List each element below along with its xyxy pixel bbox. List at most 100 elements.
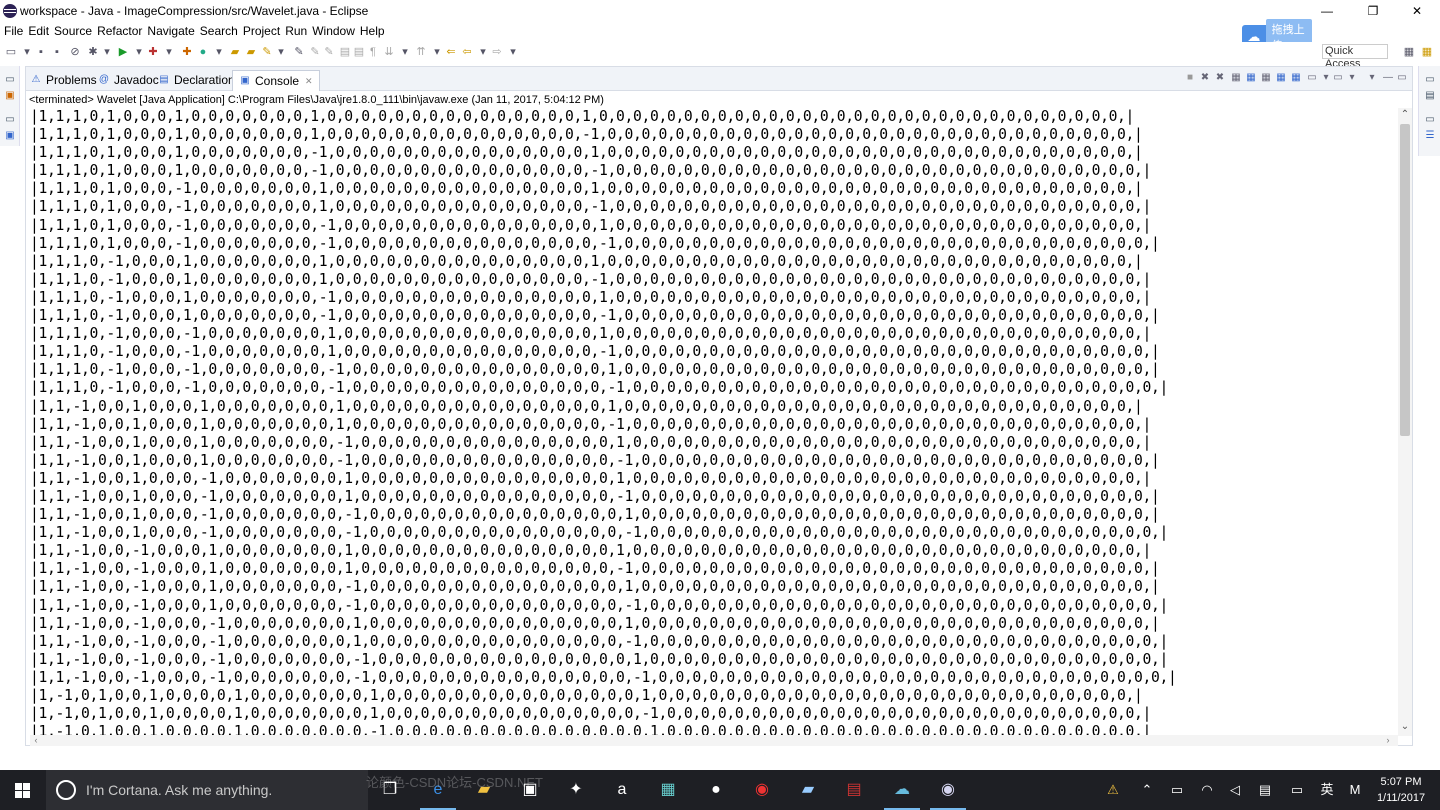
menu-refactor[interactable]: Refactor	[97, 24, 142, 38]
cortana-search-box[interactable]: I'm Cortana. Ask me anything.	[46, 770, 368, 810]
forward-icon[interactable]: ⇨	[490, 45, 504, 59]
dropdown-arrow-icon[interactable]: ▾	[430, 45, 444, 59]
dropdown-arrow-icon[interactable]: ▾	[132, 45, 146, 59]
show-whitespace-icon[interactable]: ¶	[366, 45, 380, 59]
new-icon[interactable]: ▭	[4, 45, 18, 59]
restore-icon[interactable]: ▭	[1424, 114, 1436, 126]
search-icon[interactable]: ✎	[260, 45, 274, 59]
tab-problems[interactable]: ⚠ Problems	[30, 70, 97, 90]
scroll-down-icon[interactable]: ⌄	[1398, 720, 1412, 734]
dropdown-arrow-icon[interactable]: ▾	[476, 45, 490, 59]
baidu-cloud-icon[interactable]: ☁	[884, 778, 920, 810]
save-icon[interactable]: ▪	[34, 45, 48, 59]
console-output[interactable]: |1,1,1,0,1,0,0,0,1,0,0,0,0,0,0,0,1,0,0,0…	[30, 108, 1396, 735]
menu-help[interactable]: Help	[360, 24, 385, 38]
block-selection-icon[interactable]: ▤	[338, 45, 352, 59]
remove-all-icon[interactable]: ✖	[1214, 72, 1226, 84]
dropdown-arrow-icon[interactable]: ▾	[100, 45, 114, 59]
dropdown-arrow-icon[interactable]: ▾	[162, 45, 176, 59]
restore-icon[interactable]: ▭	[1424, 74, 1436, 86]
menu-search[interactable]: Search	[200, 24, 238, 38]
debug-icon[interactable]: ✱	[86, 45, 100, 59]
horizontal-scrollbar[interactable]: ‹ ›	[30, 735, 1398, 746]
show-whitespace-icon[interactable]: ▤	[352, 45, 366, 59]
package-explorer-icon[interactable]: ▣	[4, 90, 16, 102]
scroll-lock-icon[interactable]: ▦	[1245, 72, 1257, 84]
tab-declaration[interactable]: ▤ Declaration	[158, 70, 234, 90]
amazon-icon[interactable]: a	[610, 778, 634, 802]
dropdown-arrow-icon[interactable]: ▾	[212, 45, 226, 59]
open-perspective-icon[interactable]: ▦	[1402, 45, 1416, 59]
scroll-left-icon[interactable]: ‹	[30, 735, 42, 746]
keyboard-icon[interactable]: ▭	[1288, 781, 1306, 799]
dropdown-arrow-icon[interactable]: ▾	[506, 45, 520, 59]
start-button[interactable]	[0, 770, 46, 810]
external-tools-icon[interactable]: ✚	[146, 45, 160, 59]
save-all-icon[interactable]: ▪	[50, 45, 64, 59]
dropbox-icon[interactable]: ✦	[564, 778, 588, 802]
clock[interactable]: 5:07 PM 1/11/2017	[1370, 774, 1432, 806]
scroll-up-icon[interactable]: ⌃	[1398, 108, 1412, 122]
menu-navigate[interactable]: Navigate	[147, 24, 194, 38]
remove-launch-icon[interactable]: ✖	[1199, 72, 1211, 84]
scroll-right-icon[interactable]: ›	[1382, 735, 1394, 746]
dropdown-arrow-icon[interactable]: ▾	[274, 45, 288, 59]
ime-mode-indicator[interactable]: M	[1346, 781, 1364, 799]
last-edit-icon[interactable]: ⇐	[444, 45, 458, 59]
menu-edit[interactable]: Edit	[28, 24, 49, 38]
outline-icon[interactable]: ☰	[1424, 130, 1436, 142]
edit-icon[interactable]: ✎	[322, 45, 336, 59]
new-java-project-icon[interactable]: ✚	[180, 45, 194, 59]
close-icon[interactable]: ✕	[305, 76, 313, 87]
open-console-icon[interactable]: ▭	[1332, 72, 1344, 84]
dropdown-arrow-icon[interactable]: ▾	[1320, 72, 1332, 84]
photos-icon[interactable]: ▦	[656, 778, 680, 802]
maximize-view-icon[interactable]: ▭	[1396, 72, 1408, 84]
clear-console-icon[interactable]: ▦	[1230, 72, 1242, 84]
tab-javadoc[interactable]: @ Javadoc	[98, 70, 159, 90]
sublime-icon[interactable]: ▤	[842, 778, 866, 802]
menu-file[interactable]: File	[4, 24, 23, 38]
wifi-icon[interactable]: ◠	[1198, 781, 1216, 799]
warning-tray-icon[interactable]: ⚠	[1104, 781, 1122, 799]
ime-indicator[interactable]: 英	[1318, 781, 1336, 799]
dropdown-arrow-icon[interactable]: ▾	[398, 45, 412, 59]
annotation-icon[interactable]: ✎	[292, 45, 306, 59]
new-class-icon[interactable]: ●	[196, 45, 210, 59]
prev-annotation-icon[interactable]: ⇈	[414, 45, 428, 59]
task-list-icon[interactable]: ▤	[1424, 90, 1436, 102]
maximize-button[interactable]: ❐	[1350, 0, 1396, 22]
java-perspective-icon[interactable]: ▦	[1420, 45, 1434, 59]
notes-icon[interactable]: ▰	[796, 778, 820, 802]
menu-run[interactable]: Run	[285, 24, 307, 38]
show-on-output-icon[interactable]: ▦	[1260, 72, 1272, 84]
menu-source[interactable]: Source	[54, 24, 92, 38]
menu-window[interactable]: Window	[312, 24, 355, 38]
run-icon[interactable]: ▶	[116, 45, 130, 59]
view-menu-icon[interactable]: ▾	[1366, 72, 1378, 84]
open-folder-icon[interactable]: ▰	[244, 45, 258, 59]
show-hidden-icons-icon[interactable]: ⌃	[1138, 781, 1156, 799]
qq-icon[interactable]: ●	[704, 778, 728, 802]
quick-access-input[interactable]: Quick Access	[1322, 44, 1388, 70]
minimize-view-icon[interactable]: —	[1382, 72, 1394, 84]
battery-icon[interactable]: ▭	[1168, 781, 1186, 799]
pin-icon[interactable]: ✎	[308, 45, 322, 59]
skip-breakpoints-icon[interactable]: ⊘	[68, 45, 82, 59]
vertical-scrollbar[interactable]: ⌃ ⌄	[1398, 108, 1412, 736]
display-console-icon[interactable]: ▭	[1306, 72, 1318, 84]
terminate-icon[interactable]: ■	[1184, 72, 1196, 84]
restore-icon[interactable]: ▭	[4, 74, 16, 86]
scroll-thumb[interactable]	[1400, 124, 1410, 436]
dropdown-arrow-icon[interactable]: ▾	[1346, 72, 1358, 84]
open-type-icon[interactable]: ▰	[228, 45, 242, 59]
notification-icon[interactable]: ▤	[1256, 781, 1274, 799]
restore-icon[interactable]: ▭	[4, 114, 16, 126]
volume-icon[interactable]: ◁	[1226, 781, 1244, 799]
back-icon[interactable]: ⇦	[460, 45, 474, 59]
eclipse-taskbar-icon[interactable]: ◉	[930, 778, 966, 810]
netease-music-icon[interactable]: ◉	[750, 778, 774, 802]
editor-icon[interactable]: ▣	[4, 130, 16, 142]
tab-console[interactable]: ▣ Console ✕	[232, 70, 320, 91]
close-button[interactable]: ✕	[1394, 0, 1440, 22]
